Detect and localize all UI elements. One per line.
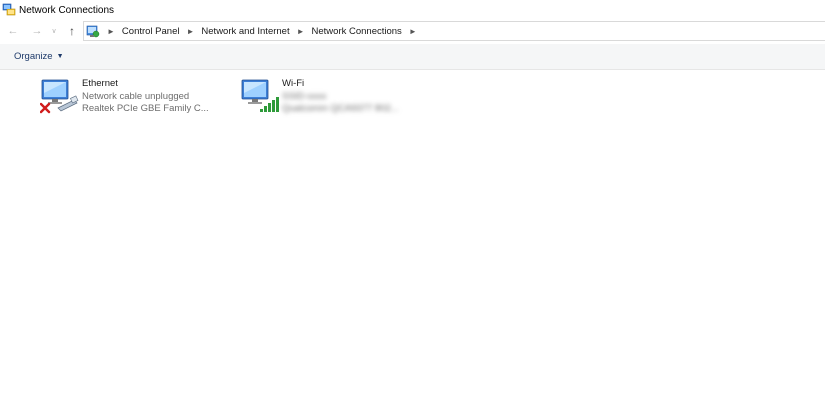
back-button[interactable]: ←	[4, 22, 22, 40]
connection-status: SSID-xxxx	[282, 90, 327, 102]
caret-down-icon: ▼	[56, 53, 64, 60]
connection-name: Wi-Fi	[282, 78, 305, 89]
control-panel-icon	[86, 25, 100, 38]
network-connections-icon	[2, 3, 16, 16]
breadcrumb-network-and-internet[interactable]: Network and Internet	[201, 26, 289, 37]
connection-wifi[interactable]: Wi-Fi SSID-xxxx Qualcomm QCA9377 802...	[240, 78, 399, 118]
address-bar[interactable]: ► Control Panel ► Network and Internet ►…	[83, 21, 825, 41]
breadcrumb-network-connections[interactable]: Network Connections	[312, 26, 402, 37]
forward-button[interactable]: →	[28, 22, 46, 40]
chevron-right-icon[interactable]: ►	[297, 27, 305, 36]
chevron-right-icon[interactable]: ►	[186, 27, 194, 36]
window-title: Network Connections	[19, 4, 115, 16]
arrow-left-icon: ←	[7, 25, 19, 37]
connection-ethernet-details: Ethernet Network cable unplugged Realtek…	[82, 78, 209, 116]
title-bar: Network Connections	[0, 0, 825, 20]
breadcrumb-control-panel[interactable]: Control Panel	[122, 26, 180, 37]
connection-wifi-details: Wi-Fi SSID-xxxx Qualcomm QCA9377 802...	[282, 78, 399, 116]
chevron-down-icon: ∨	[51, 28, 57, 35]
organize-button[interactable]: Organize ▼	[14, 51, 64, 62]
chevron-right-icon[interactable]: ►	[107, 27, 115, 36]
up-button[interactable]: ↑	[63, 22, 81, 40]
arrow-up-icon: ↑	[69, 24, 75, 38]
connection-device: Qualcomm QCA9377 802...	[282, 103, 399, 114]
connection-device: Realtek PCIe GBE Family C...	[82, 103, 209, 114]
command-bar: Organize ▼	[0, 44, 825, 70]
connection-name: Ethernet	[82, 78, 118, 89]
navigation-bar: ← → ∨ ↑ ► Control Panel ► Network and In…	[0, 21, 825, 41]
connection-status: Network cable unplugged	[82, 90, 190, 102]
network-connections-window: Network Connections ← → ∨ ↑ ► Control Pa…	[0, 0, 825, 413]
connection-ethernet[interactable]: Ethernet Network cable unplugged Realtek…	[40, 78, 209, 118]
arrow-right-icon: →	[31, 25, 43, 37]
wifi-adapter-icon	[241, 79, 279, 112]
organize-label: Organize	[14, 51, 53, 62]
recent-locations-button[interactable]: ∨	[49, 22, 59, 40]
ethernet-disconnected-icon	[40, 79, 79, 114]
chevron-right-icon[interactable]: ►	[409, 27, 417, 36]
